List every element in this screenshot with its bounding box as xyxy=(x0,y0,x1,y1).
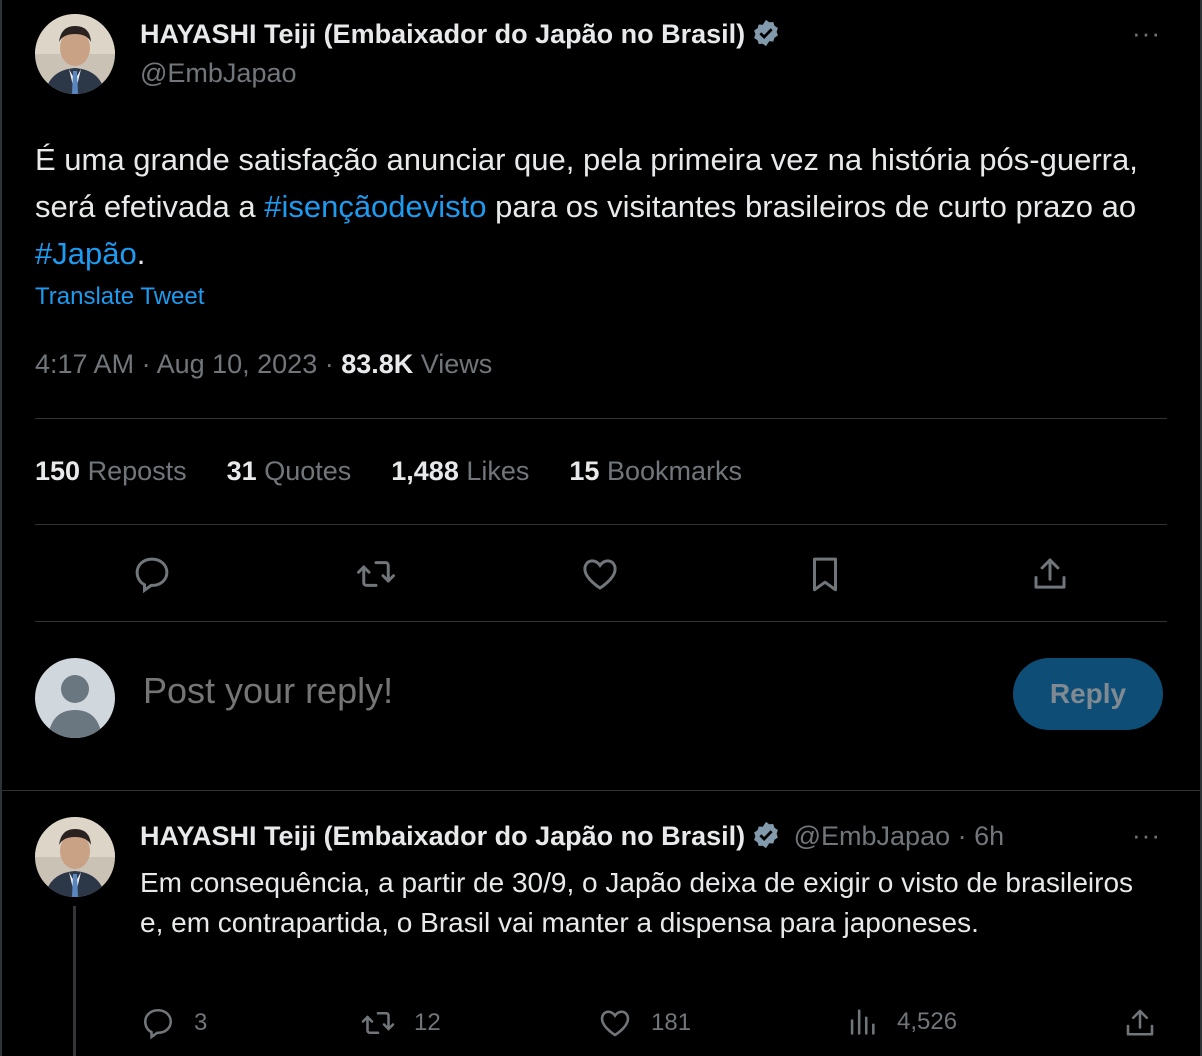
likes-label: Likes xyxy=(466,456,530,486)
verified-badge-icon xyxy=(751,18,781,53)
repost-icon[interactable] xyxy=(355,553,397,595)
divider-top xyxy=(35,418,1167,419)
divider-bottom xyxy=(35,621,1167,622)
reply-comment-icon xyxy=(143,1008,173,1040)
reposts-stat[interactable]: 150 Reposts xyxy=(35,456,187,487)
author-name[interactable]: HAYASHI Teiji (Embaixador do Japão no Br… xyxy=(140,19,745,49)
reply-reply-action[interactable]: 3 xyxy=(140,1005,207,1041)
reply-heart-icon xyxy=(600,1010,630,1037)
views-count: 83.8K xyxy=(341,349,414,379)
tweet-action-bar xyxy=(0,548,1202,598)
reply-like-action[interactable]: 181 xyxy=(597,1005,691,1041)
reply-button[interactable]: Reply xyxy=(1013,658,1163,730)
author-handle[interactable]: @EmbJapao xyxy=(140,58,297,89)
reply-author-row: HAYASHI Teiji (Embaixador do Japão no Br… xyxy=(140,820,1004,855)
tweet-text-part3: . xyxy=(136,236,146,271)
reply-replies-count: 3 xyxy=(194,1009,208,1036)
hashtag-isencaodevisto[interactable]: #isençãodevisto xyxy=(264,189,486,224)
section-divider xyxy=(0,790,1202,791)
reply-verified-badge-icon xyxy=(751,820,781,855)
reply-views-action[interactable]: 4,526 xyxy=(845,1005,957,1039)
quotes-count: 31 xyxy=(226,456,257,486)
reply-author-name[interactable]: HAYASHI Teiji (Embaixador do Japão no Br… xyxy=(140,821,745,851)
likes-count: 1,488 xyxy=(391,456,459,486)
reply-views-chart-icon xyxy=(850,1009,875,1035)
reply-reposts-count: 12 xyxy=(414,1009,441,1036)
tweet-timestamp[interactable]: 4:17 AM · Aug 10, 2023 · xyxy=(35,349,341,379)
tweet-meta: 4:17 AM · Aug 10, 2023 · 83.8K Views xyxy=(35,349,492,380)
bookmarks-count: 15 xyxy=(569,456,600,486)
user-avatar[interactable] xyxy=(35,658,115,738)
like-heart-icon[interactable] xyxy=(579,553,621,595)
tweet-text: É uma grande satisfação anunciar que, pe… xyxy=(35,136,1175,277)
reply-share-action[interactable] xyxy=(1122,1005,1158,1041)
more-options-icon[interactable]: ··· xyxy=(1132,18,1161,49)
reply-author-avatar[interactable] xyxy=(35,817,115,897)
reply-repost-icon xyxy=(361,1011,395,1035)
reply-more-options-icon[interactable]: ··· xyxy=(1132,820,1161,851)
hashtag-japao[interactable]: #Japão xyxy=(35,236,137,271)
translate-tweet-link[interactable]: Translate Tweet xyxy=(35,283,204,311)
reply-likes-count: 181 xyxy=(651,1009,692,1036)
reply-input[interactable] xyxy=(143,670,963,712)
tweet-text-part2: para os visitantes brasileiros de curto … xyxy=(486,189,1137,224)
bookmark-icon[interactable] xyxy=(804,553,846,595)
likes-stat[interactable]: 1,488 Likes xyxy=(391,456,529,487)
author-name-row: HAYASHI Teiji (Embaixador do Japão no Br… xyxy=(140,18,781,53)
divider-middle xyxy=(35,524,1167,525)
author-avatar[interactable] xyxy=(35,14,115,94)
reply-handle-time[interactable]: @EmbJapao · 6h xyxy=(794,821,1005,851)
engagement-stats: 150 Reposts 31 Quotes 1,488 Likes 15 Boo… xyxy=(35,456,742,487)
share-icon[interactable] xyxy=(1029,553,1071,595)
reply-views-count: 4,526 xyxy=(897,1008,958,1035)
reply-repost-action[interactable]: 12 xyxy=(360,1005,441,1041)
bookmarks-label: Bookmarks xyxy=(606,456,742,486)
reply-share-icon xyxy=(1126,1009,1154,1036)
views-label: Views xyxy=(413,349,493,379)
reply-icon[interactable] xyxy=(131,553,173,595)
reposts-label: Reposts xyxy=(87,456,187,486)
reply-action-bar: 3 12 181 4,526 xyxy=(0,1005,1202,1049)
reposts-count: 150 xyxy=(35,456,81,486)
quotes-label: Quotes xyxy=(264,456,352,486)
reply-tweet-text: Em consequência, a partir de 30/9, o Jap… xyxy=(140,867,1134,938)
bookmarks-stat[interactable]: 15 Bookmarks xyxy=(569,456,742,487)
quotes-stat[interactable]: 31 Quotes xyxy=(227,456,352,487)
